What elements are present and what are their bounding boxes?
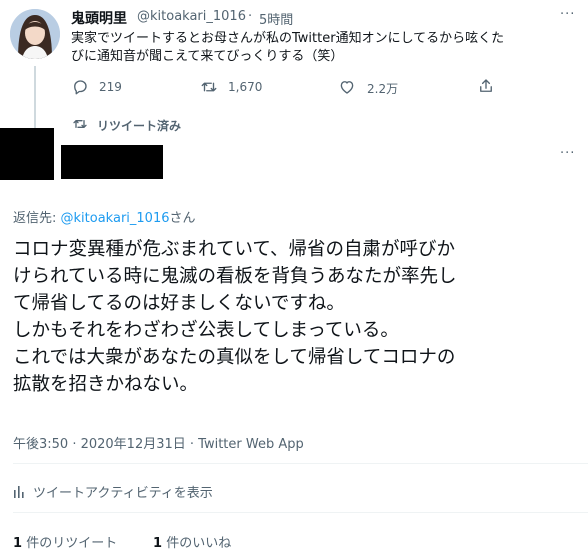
user-handle[interactable]: @kitoakari_1016 [137,9,246,24]
retweet-icon [201,82,217,92]
separator-dot: · [248,9,253,24]
more-options-icon[interactable]: ··· [560,7,575,22]
tweet-text-line: びに通知音が聞こえて来てびっくりする（笑） [71,49,344,64]
retweets-label: 件のリツイート [26,536,118,551]
reply-button[interactable] [71,78,89,100]
reply-suffix: さん [169,211,196,226]
tweet-text: コロナ変異種が危ぶまれていて、帰省の自粛が呼びか けられている時に鬼滅の看板を背… [13,236,583,398]
tweet-text-line: けられている時に鬼滅の看板を背負うあなたが率先し [13,266,457,287]
tweet-text-line: て帰省してるのは好ましくないですね。 [13,293,345,314]
likes-number: 1 [153,536,163,551]
redacted-avatar [0,128,54,180]
retweet-stats[interactable]: 1 件のリツイート [13,532,117,551]
retweeted-icon [71,116,89,136]
reply-to-label: 返信先: @kitoakari_1016さん [13,207,196,226]
display-name[interactable]: 鬼頭明里 [71,8,127,28]
like-button[interactable] [338,78,356,100]
retweet-count: 1,670 [228,80,263,94]
activity-label: ツイートアクティビティを表示 [33,486,213,501]
tweet-activity-button[interactable]: ツイートアクティビティを表示 [13,482,213,501]
tweet-text-line: 拡散を招きかねない。 [13,374,199,395]
analytics-icon [14,486,24,498]
reply-to-handle[interactable]: @kitoakari_1016 [61,211,170,226]
retweeted-label: リツイート済み [97,119,182,133]
tweet-text-line: 実家でツイートするとお母さんが私のTwitter通知オンにしてるから呟くた [71,31,505,46]
heart-icon [340,81,354,94]
share-button[interactable] [477,77,495,99]
divider [13,463,588,464]
divider [13,512,588,513]
likes-label: 件のいいね [166,536,232,551]
share-icon [480,79,492,92]
tweet-text-line: これでは大衆があなたの真似をして帰省してコロナの [13,347,456,368]
more-options-icon[interactable]: ··· [560,146,575,161]
like-stats[interactable]: 1 件のいいね [153,532,231,551]
retweets-number: 1 [13,536,23,551]
tweet-text-line: コロナ変異種が危ぶまれていて、帰省の自粛が呼びか [13,239,455,260]
avatar[interactable] [10,9,60,59]
avatar-image [10,9,60,59]
tweet-time[interactable]: 5時間 [259,9,293,28]
thread-line [34,66,36,130]
redacted-username [61,145,163,179]
tweet-timestamp[interactable]: 午後3:50 · 2020年12月31日 · Twitter Web App [13,433,304,452]
reply-prefix: 返信先: [13,211,61,226]
retweet-button[interactable] [199,78,219,100]
like-count: 2.2万 [367,82,399,96]
tweet-text: 実家でツイートするとお母さんが私のTwitter通知オンにしてるから呟くた びに… [71,30,567,66]
reply-count: 219 [99,80,122,94]
reply-icon [74,80,87,95]
tweet-text-line: しかもそれをわざわざ公表してしまっている。 [13,320,399,341]
